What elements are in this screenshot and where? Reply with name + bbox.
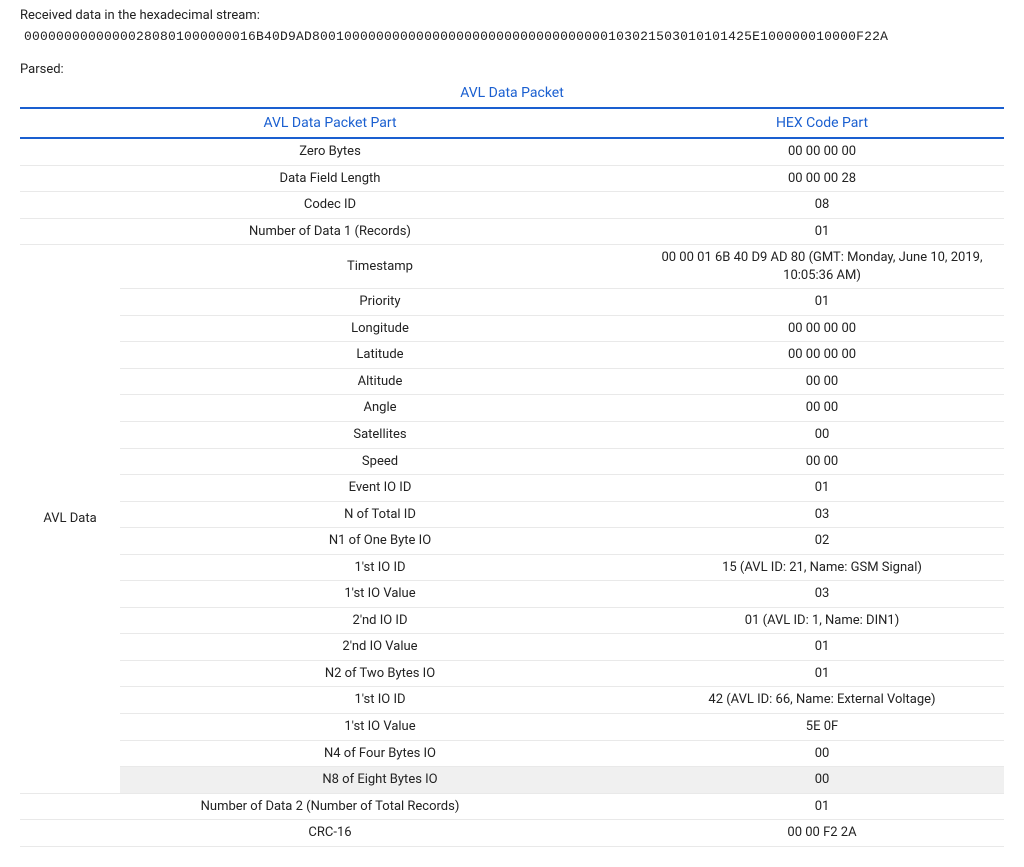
cell-part: N8 of Eight Bytes IO [120, 767, 640, 794]
avl-data-packet-table: AVL Data Packet AVL Data Packet Part HEX… [20, 81, 1004, 847]
cell-hex: 00 00 F2 2A [640, 820, 1004, 847]
cell-hex: 01 [640, 660, 1004, 687]
cell-part: Data Field Length [20, 165, 640, 192]
cell-hex: 02 [640, 528, 1004, 555]
cell-hex: 00 00 00 28 [640, 165, 1004, 192]
cell-hex: 00 00 [640, 395, 1004, 422]
table-row: Zero Bytes00 00 00 00 [20, 138, 1004, 165]
cell-part: Altitude [120, 368, 640, 395]
cell-part: Timestamp [120, 245, 640, 289]
table-row: N8 of Eight Bytes IO00 [20, 767, 1004, 794]
cell-part: Satellites [120, 422, 640, 449]
table-caption: AVL Data Packet [20, 81, 1004, 108]
table-row: N of Total ID03 [20, 501, 1004, 528]
cell-part: N of Total ID [120, 501, 640, 528]
cell-part: Codec ID [20, 192, 640, 219]
col-header-part: AVL Data Packet Part [20, 108, 640, 138]
cell-part: Longitude [120, 315, 640, 342]
cell-hex: 08 [640, 192, 1004, 219]
cell-hex: 00 [640, 740, 1004, 767]
cell-hex: 5E 0F [640, 714, 1004, 741]
cell-part: Number of Data 1 (Records) [20, 218, 640, 245]
cell-hex: 00 [640, 422, 1004, 449]
cell-hex: 00 00 01 6B 40 D9 AD 80 (GMT: Monday, Ju… [640, 245, 1004, 289]
table-row: N2 of Two Bytes IO01 [20, 660, 1004, 687]
cell-hex: 00 00 00 00 [640, 315, 1004, 342]
cell-hex: 01 [640, 475, 1004, 502]
table-row: 2'nd IO ID01 (AVL ID: 1, Name: DIN1) [20, 607, 1004, 634]
cell-part: Speed [120, 448, 640, 475]
table-row: AVL DataTimestamp00 00 01 6B 40 D9 AD 80… [20, 245, 1004, 289]
cell-hex: 00 00 00 00 [640, 342, 1004, 369]
cell-hex: 00 00 00 00 [640, 138, 1004, 165]
cell-part: N2 of Two Bytes IO [120, 660, 640, 687]
table-row: Angle00 00 [20, 395, 1004, 422]
table-row: Speed00 00 [20, 448, 1004, 475]
table-row: Latitude00 00 00 00 [20, 342, 1004, 369]
group-label-avl-data: AVL Data [20, 245, 120, 793]
cell-part: 2'nd IO Value [120, 634, 640, 661]
cell-hex: 01 [640, 793, 1004, 820]
table-row: 1'st IO Value03 [20, 581, 1004, 608]
table-row: N1 of One Byte IO02 [20, 528, 1004, 555]
intro-label: Received data in the hexadecimal stream: [20, 8, 1004, 23]
table-row: CRC-1600 00 F2 2A [20, 820, 1004, 847]
cell-hex: 03 [640, 581, 1004, 608]
table-row: Longitude00 00 00 00 [20, 315, 1004, 342]
cell-hex: 01 [640, 634, 1004, 661]
cell-part: N4 of Four Bytes IO [120, 740, 640, 767]
cell-part: Latitude [120, 342, 640, 369]
cell-part: Angle [120, 395, 640, 422]
table-row: Event IO ID01 [20, 475, 1004, 502]
table-row: N4 of Four Bytes IO00 [20, 740, 1004, 767]
col-header-hex: HEX Code Part [640, 108, 1004, 138]
cell-hex: 01 [640, 218, 1004, 245]
cell-hex: 01 (AVL ID: 1, Name: DIN1) [640, 607, 1004, 634]
table-row: Priority01 [20, 289, 1004, 316]
cell-part: 1'st IO ID [120, 687, 640, 714]
cell-part: Priority [120, 289, 640, 316]
parsed-label: Parsed: [20, 62, 1004, 77]
table-row: 1'st IO ID15 (AVL ID: 21, Name: GSM Sign… [20, 554, 1004, 581]
cell-hex: 15 (AVL ID: 21, Name: GSM Signal) [640, 554, 1004, 581]
cell-part: 2'nd IO ID [120, 607, 640, 634]
table-row: Satellites00 [20, 422, 1004, 449]
cell-part: 1'st IO Value [120, 581, 640, 608]
cell-part: Zero Bytes [20, 138, 640, 165]
cell-hex: 00 00 [640, 368, 1004, 395]
cell-hex: 00 00 [640, 448, 1004, 475]
table-row: Data Field Length00 00 00 28 [20, 165, 1004, 192]
cell-part: N1 of One Byte IO [120, 528, 640, 555]
table-row: Number of Data 1 (Records)01 [20, 218, 1004, 245]
table-row: 1'st IO Value5E 0F [20, 714, 1004, 741]
table-row: 2'nd IO Value01 [20, 634, 1004, 661]
cell-hex: 00 [640, 767, 1004, 794]
cell-part: Number of Data 2 (Number of Total Record… [20, 793, 640, 820]
hex-stream: 00000000000000280801000000016B40D9AD8001… [24, 29, 1004, 44]
cell-hex: 42 (AVL ID: 66, Name: External Voltage) [640, 687, 1004, 714]
table-row: Codec ID08 [20, 192, 1004, 219]
table-row: Number of Data 2 (Number of Total Record… [20, 793, 1004, 820]
cell-part: 1'st IO ID [120, 554, 640, 581]
table-row: Altitude00 00 [20, 368, 1004, 395]
cell-part: 1'st IO Value [120, 714, 640, 741]
cell-hex: 03 [640, 501, 1004, 528]
cell-hex: 01 [640, 289, 1004, 316]
cell-part: Event IO ID [120, 475, 640, 502]
cell-part: CRC-16 [20, 820, 640, 847]
table-row: 1'st IO ID42 (AVL ID: 66, Name: External… [20, 687, 1004, 714]
